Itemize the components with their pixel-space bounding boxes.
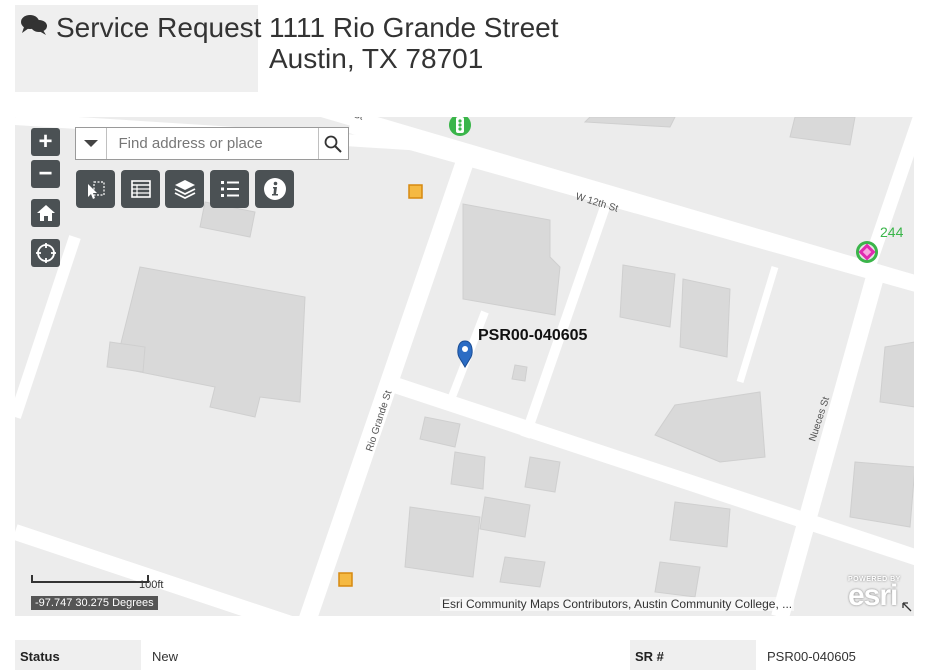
zoom-in-button[interactable]: + [31, 128, 60, 156]
map-view[interactable]: W 12th St Rio Grande St Nueces St St [15, 117, 914, 616]
table-icon [130, 180, 151, 198]
map-attribution[interactable]: Esri Community Maps Contributors, Austin… [440, 597, 795, 611]
legend-icon [220, 181, 239, 197]
info-icon [263, 178, 286, 200]
locate-button[interactable] [31, 239, 60, 267]
resize-icon[interactable] [902, 602, 912, 612]
scale-label: 100ft [139, 579, 164, 591]
esri-logo[interactable]: POWERED BY esri [848, 576, 901, 612]
search-input[interactable] [106, 128, 318, 159]
page-title: Service Request [20, 12, 261, 44]
table-tool-button[interactable] [121, 170, 160, 208]
pin-label: PSR00-040605 [478, 327, 588, 344]
select-icon [87, 181, 105, 199]
route-number-label: 244 [880, 224, 904, 240]
request-address: 1111 Rio Grande Street Austin, TX 78701 [269, 12, 559, 74]
scale-bar [31, 575, 149, 583]
address-line-2: Austin, TX 78701 [269, 43, 484, 74]
page-title-text: Service Request [56, 12, 262, 43]
location-pin-icon[interactable] [457, 340, 473, 368]
address-line-1: 1111 Rio Grande Street [269, 12, 559, 43]
status-label: Status [15, 640, 141, 670]
home-icon [36, 205, 55, 221]
layers-tool-button[interactable] [165, 170, 204, 208]
service-marker[interactable] [408, 184, 423, 199]
search-icon [324, 135, 342, 153]
sr-number-label: SR # [630, 640, 756, 670]
sr-number-value: PSR00-040605 [767, 649, 856, 664]
zoom-out-button[interactable]: − [31, 160, 60, 188]
coordinates-readout: -97.747 30.275 Degrees [31, 596, 158, 610]
search-source-dropdown[interactable] [76, 128, 107, 159]
crosshair-icon [35, 243, 56, 263]
layers-icon [174, 180, 195, 200]
route-marker-icon[interactable] [856, 241, 878, 263]
esri-text: esri [848, 579, 898, 612]
caret-down-icon [83, 140, 98, 147]
search-button[interactable] [317, 128, 349, 159]
service-marker[interactable] [338, 572, 353, 587]
traffic-signal-icon[interactable] [449, 117, 471, 136]
select-tool-button[interactable] [76, 170, 115, 208]
comments-icon [20, 12, 48, 44]
status-value: New [152, 649, 179, 664]
search-box [75, 127, 349, 160]
legend-tool-button[interactable] [210, 170, 249, 208]
info-tool-button[interactable] [255, 170, 294, 208]
home-button[interactable] [31, 199, 60, 227]
